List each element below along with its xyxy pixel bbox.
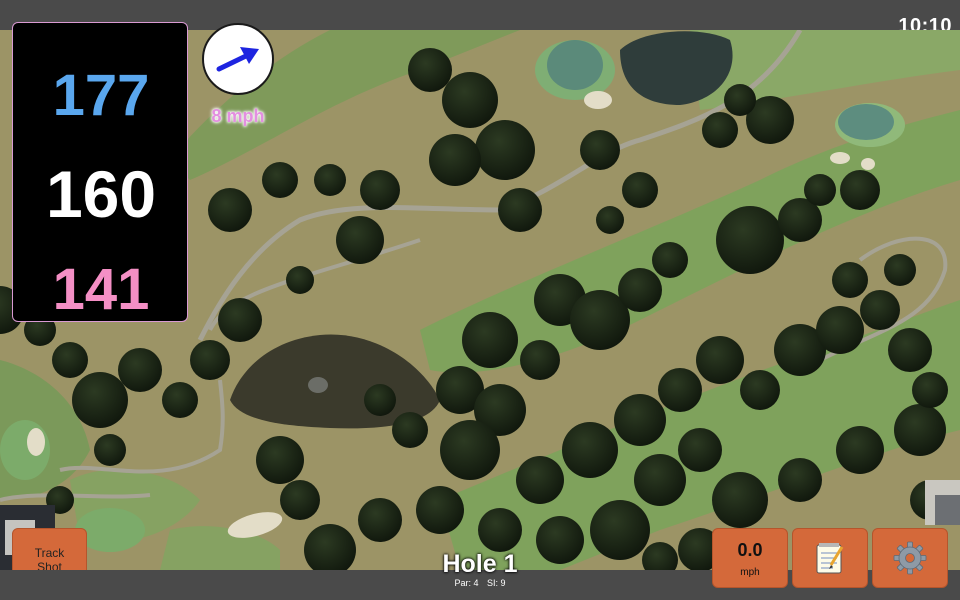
front-distance: 141	[52, 257, 150, 322]
notes-button[interactable]	[792, 528, 868, 588]
hole-title: Hole 1	[442, 550, 518, 578]
wind-reading-value: 0.0	[737, 540, 763, 560]
notepad-icon	[816, 543, 844, 574]
wind-speed-label: 8 mph	[211, 106, 265, 126]
settings-button[interactable]	[872, 528, 948, 588]
distance-panel: 177 160 141	[12, 22, 188, 322]
hole-par: Par: 4	[454, 578, 479, 588]
wind-reading-unit: mph	[740, 567, 760, 578]
track-shot-label-line1: Track	[34, 546, 65, 560]
wind-reading-button[interactable]: 0.0 mph	[712, 528, 788, 588]
back-distance: 177	[52, 63, 150, 128]
hole-stroke-index: SI: 9	[487, 578, 506, 588]
arrow-right-icon	[216, 47, 259, 72]
hole-info: Par: 4 SI: 9	[380, 578, 580, 588]
wind-direction-indicator	[202, 23, 274, 95]
middle-distance: 160	[45, 157, 157, 231]
gear-icon	[893, 541, 927, 575]
